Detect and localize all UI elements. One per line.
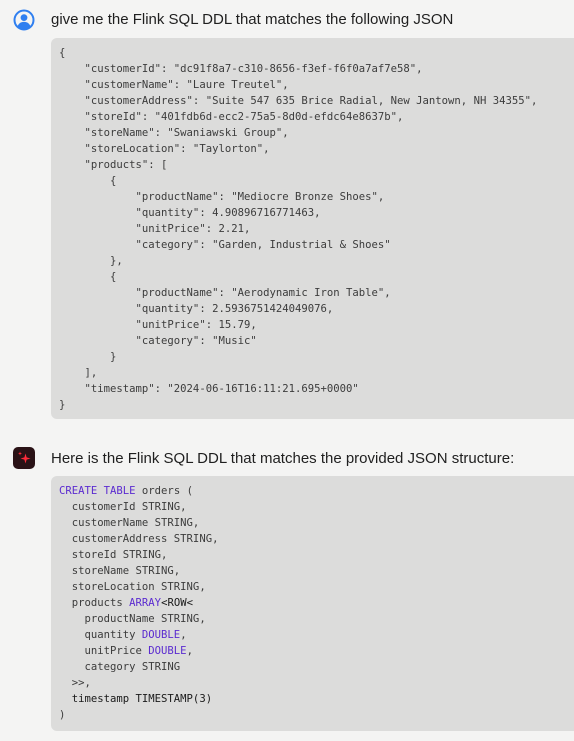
user-avatar-icon	[13, 9, 35, 31]
json-code-line: "quantity": 4.90896716771463,	[59, 207, 321, 219]
sql-token: storeName STRING,	[59, 565, 181, 577]
json-code-line: ],	[59, 367, 98, 379]
json-code-line: "customerAddress": "Suite 547 635 Brice …	[59, 95, 538, 107]
json-code-line: {	[59, 271, 117, 283]
json-code-line: },	[59, 255, 123, 267]
json-code-line: }	[59, 399, 66, 411]
sql-code-line: CREATE TABLE orders (	[59, 483, 574, 499]
sql-code-line: quantity DOUBLE,	[59, 627, 574, 643]
sql-code-line: storeId STRING,	[59, 547, 574, 563]
json-code: { "customerId": "dc91f8a7-c310-8656-f3ef…	[51, 38, 574, 413]
sql-token: storeLocation STRING,	[59, 581, 206, 593]
sql-code-line: customerAddress STRING,	[59, 531, 574, 547]
sql-token: <ROW<	[161, 597, 193, 609]
sql-keyword: DOUBLE	[148, 645, 187, 657]
sql-token: customerAddress STRING,	[59, 533, 219, 545]
json-code-line: "unitPrice": 2.21,	[59, 223, 251, 235]
sql-code: CREATE TABLE orders ( customerId STRING,…	[51, 476, 574, 723]
json-code-line: "storeName": "Swaniawski Group",	[59, 127, 289, 139]
json-code-line: {	[59, 175, 117, 187]
json-code-block: { "customerId": "dc91f8a7-c310-8656-f3ef…	[51, 38, 574, 419]
sql-code-line: unitPrice DOUBLE,	[59, 643, 574, 659]
json-code-line: "products": [	[59, 159, 168, 171]
json-code-line: "storeLocation": "Taylorton",	[59, 143, 270, 155]
sql-token: timestamp TIMESTAMP(3)	[59, 693, 213, 705]
json-code-line: "storeId": "401fdb6d-ecc2-75a5-8d0d-efdc…	[59, 111, 404, 123]
sql-token: customerId STRING,	[59, 501, 187, 513]
json-code-line: {	[59, 47, 66, 59]
json-code-line: }	[59, 351, 117, 363]
sql-token: orders (	[135, 485, 193, 497]
sql-token: quantity	[59, 629, 142, 641]
sql-code-line: customerId STRING,	[59, 499, 574, 515]
sql-token: )	[59, 709, 66, 721]
sql-code-line: timestamp TIMESTAMP(3)	[59, 691, 574, 707]
sql-token: unitPrice	[59, 645, 149, 657]
sql-token: ,	[180, 629, 187, 641]
json-code-line: "timestamp": "2024-06-16T16:11:21.695+00…	[59, 383, 359, 395]
sql-token: storeId STRING,	[59, 549, 168, 561]
sql-code-line: storeName STRING,	[59, 563, 574, 579]
json-code-line: "productName": "Mediocre Bronze Shoes",	[59, 191, 385, 203]
sql-code-line: productName STRING,	[59, 611, 574, 627]
sql-code-line: >>,	[59, 675, 574, 691]
json-code-line: "category": "Music"	[59, 335, 257, 347]
sql-token: category STRING	[59, 661, 181, 673]
sql-code-block: CREATE TABLE orders ( customerId STRING,…	[51, 476, 574, 731]
json-code-line: "customerId": "dc91f8a7-c310-8656-f3ef-f…	[59, 63, 423, 75]
sql-keyword: DOUBLE	[141, 629, 181, 641]
sql-code-line: products ARRAY<ROW<	[59, 595, 574, 611]
json-code-line: "unitPrice": 15.79,	[59, 319, 257, 331]
sql-keyword: ARRAY	[129, 597, 162, 609]
json-code-line: "category": "Garden, Industrial & Shoes"	[59, 239, 391, 251]
sql-code-line: )	[59, 707, 574, 723]
sql-token: productName STRING,	[59, 613, 206, 625]
sql-token: customerName STRING,	[59, 517, 200, 529]
sql-token: products	[59, 597, 130, 609]
json-code-line: "productName": "Aerodynamic Iron Table",	[59, 287, 391, 299]
sql-code-line: category STRING	[59, 659, 574, 675]
user-message-text: give me the Flink SQL DDL that matches t…	[51, 11, 454, 28]
json-code-line: "quantity": 2.5936751424049076,	[59, 303, 334, 315]
sql-code-line: customerName STRING,	[59, 515, 574, 531]
assistant-message-text: Here is the Flink SQL DDL that matches t…	[51, 450, 515, 467]
sql-code-line: storeLocation STRING,	[59, 579, 574, 595]
sql-token: >>,	[59, 677, 91, 689]
json-code-line: "customerName": "Laure Treutel",	[59, 79, 289, 91]
assistant-logo-icon	[13, 447, 35, 469]
sql-keyword: CREATE TABLE	[59, 485, 136, 497]
sql-token: ,	[186, 645, 193, 657]
